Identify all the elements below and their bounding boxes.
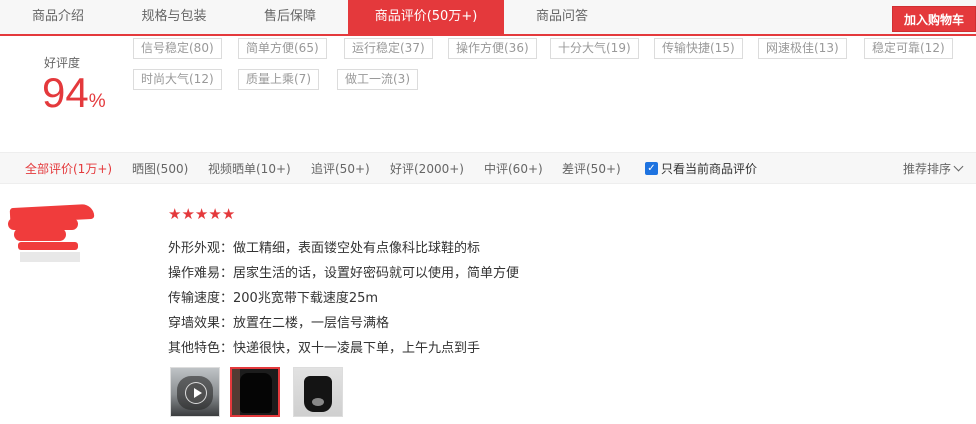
play-icon[interactable] [185,382,207,404]
review-video-thumbnail[interactable] [170,367,220,417]
only-current-product-label[interactable]: 只看当前商品评价 [661,153,757,185]
review-text-line: 操作难易：居家生活的话，设置好密码就可以使用，简单方便 [168,266,520,281]
review-text-line: 其他特色：快递很快，双十一凌晨下单，上午九点到手 [168,341,481,356]
rating-unit: % [88,91,106,112]
tab-after-sales[interactable]: 售后保障 [232,0,348,34]
review-tag[interactable]: 质量上乘(7) [238,69,319,90]
sort-label: 推荐排序 [902,162,951,176]
tab-product-intro[interactable]: 商品介绍 [0,0,116,34]
star-icon: ★ [181,205,195,223]
tab-reviews[interactable]: 商品评价(50万+) [348,0,504,36]
review-text-line: 传输速度：200兆宽带下载速度25m [168,291,379,306]
review-tag[interactable]: 运行稳定(37) [344,38,433,59]
filter-followup[interactable]: 追评(50+) [311,153,370,185]
rating-value: 94% [42,72,106,114]
star-icon: ★ [194,205,209,223]
review-photo-thumbnail[interactable] [293,367,343,417]
review-tag[interactable]: 传输快捷(15) [654,38,743,59]
rating-number: 94 [42,69,89,116]
star-icon: ★ [221,205,236,223]
review-text-line: 外形外观：做工精细，表面镂空处有点像科比球鞋的标 [168,241,481,256]
filter-positive[interactable]: 好评(2000+) [390,153,464,185]
tab-specs-packaging[interactable]: 规格与包装 [116,0,232,34]
product-tab-bar: 商品介绍 规格与包装 售后保障 商品评价(50万+) 商品问答 加入购物车 [0,0,976,36]
review-tag[interactable]: 信号稳定(80) [133,38,222,59]
filter-photos[interactable]: 晒图(500) [132,153,188,185]
review-filter-bar: 全部评价(1万+) 晒图(500) 视频晒单(10+) 追评(50+) 好评(2… [0,152,976,184]
review-text-line: 穿墙效果：放置在二楼，一层信号满格 [168,316,390,331]
tab-qa[interactable]: 商品问答 [504,0,620,34]
filter-negative[interactable]: 差评(50+) [562,153,621,185]
review-tag[interactable]: 操作方便(36) [448,38,537,59]
review-stars: ★★★★★ [168,207,235,222]
review-tag[interactable]: 稳定可靠(12) [864,38,953,59]
star-icon: ★ [208,205,222,223]
add-to-cart-button[interactable]: 加入购物车 [892,6,976,32]
sort-dropdown[interactable]: 推荐排序 [902,153,964,185]
review-tag[interactable]: 网速极佳(13) [758,38,847,59]
filter-neutral[interactable]: 中评(60+) [484,153,543,185]
review-tag[interactable]: 简单方便(65) [238,38,327,59]
filter-videos[interactable]: 视频晒单(10+) [208,153,291,185]
review-tag[interactable]: 十分大气(19) [550,38,639,59]
review-tag[interactable]: 时尚大气(12) [133,69,222,90]
filter-all[interactable]: 全部评价(1万+) [25,153,112,185]
review-photo-thumbnail[interactable] [230,367,280,417]
review-tag[interactable]: 做工一流(3) [337,69,418,90]
checkbox-icon[interactable]: ✓ [645,162,658,175]
star-icon: ★ [168,205,182,223]
chevron-down-icon [953,161,964,172]
